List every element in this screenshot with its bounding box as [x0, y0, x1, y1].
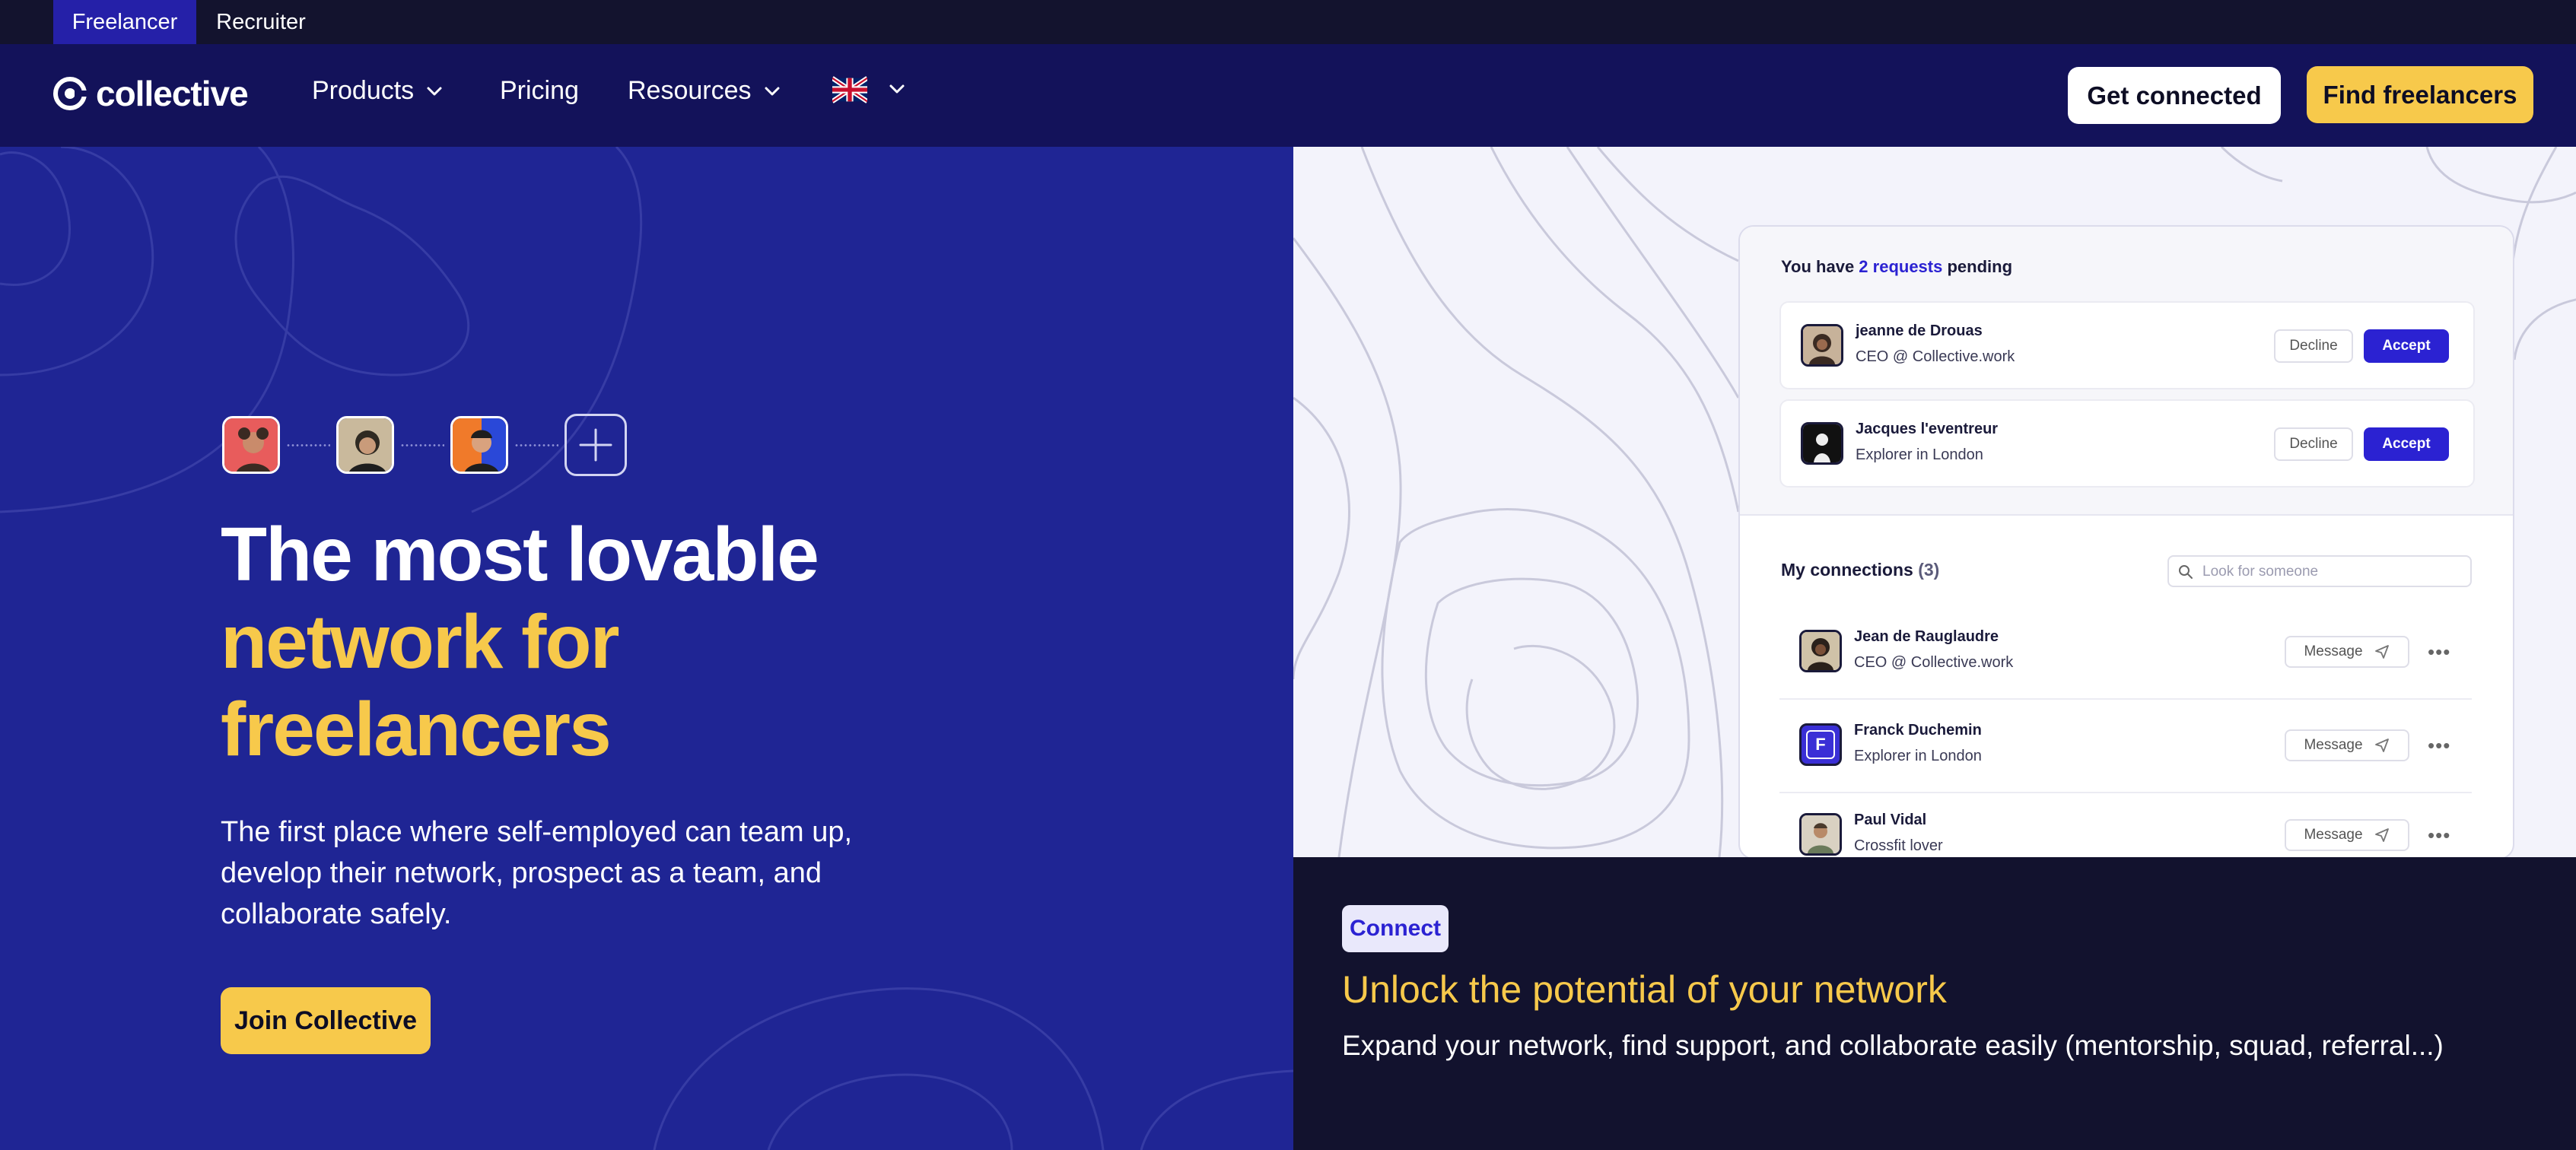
avatar-row	[222, 413, 627, 477]
connector-dots	[286, 443, 330, 446]
avatar-1	[222, 416, 280, 474]
request-row: Jacques l'eventreur Explorer in London D…	[1779, 399, 2475, 488]
pending-suffix: pending	[1942, 257, 2013, 276]
nav-resources-label: Resources	[628, 76, 752, 105]
tab-freelancer[interactable]: Freelancer	[53, 0, 196, 44]
avatar-3	[450, 416, 508, 474]
collective-logo-icon	[53, 77, 87, 110]
avatar	[1801, 324, 1843, 367]
decline-button[interactable]: Decline	[2274, 427, 2353, 461]
search-input[interactable]: Look for someone	[2167, 555, 2472, 587]
send-icon	[2374, 645, 2389, 659]
audience-switcher	[0, 0, 2576, 44]
feature-description: Expand your network, find support, and c…	[1342, 1030, 2444, 1061]
find-freelancers-button[interactable]: Find freelancers	[2307, 66, 2533, 123]
pending-prefix: You have	[1781, 257, 1859, 276]
connection-row: Jean de Rauglaudre CEO @ Collective.work…	[1779, 608, 2472, 700]
connection-subtitle: Crossfit lover	[1854, 837, 1943, 854]
more-options-icon[interactable]: •••	[2428, 734, 2450, 758]
chevron-down-icon	[427, 87, 442, 95]
pending-requests-text: You have 2 requests pending	[1781, 257, 2012, 277]
connection-name: Franck Duchemin	[1854, 722, 1982, 739]
join-collective-button[interactable]: Join Collective	[221, 987, 431, 1054]
send-icon	[2374, 739, 2389, 752]
hero-subtext: The first place where self-employed can …	[221, 816, 853, 930]
connection-subtitle: Explorer in London	[1854, 748, 1982, 764]
uk-flag-icon[interactable]	[832, 76, 867, 103]
collective-logo[interactable]: collective	[52, 73, 249, 114]
nav-resources[interactable]: Resources	[628, 76, 784, 106]
connection-row: F Franck Duchemin Explorer in London Mes…	[1779, 702, 2472, 793]
decline-button[interactable]: Decline	[2274, 329, 2353, 363]
message-label: Message	[2304, 827, 2363, 843]
headline-line-1: The most lovable	[221, 512, 819, 597]
avatar: F	[1799, 723, 1842, 766]
connection-name: Paul Vidal	[1854, 812, 1927, 828]
avatar	[1801, 422, 1843, 465]
language-chevron-icon[interactable]	[886, 81, 908, 97]
connector-dots	[400, 443, 444, 446]
chevron-down-icon	[765, 87, 780, 95]
connect-badge: Connect	[1342, 905, 1449, 952]
nav-pricing[interactable]: Pricing	[500, 76, 579, 106]
request-row: jeanne de Drouas CEO @ Collective.work D…	[1779, 301, 2475, 389]
request-name: jeanne de Drouas	[1856, 322, 1983, 339]
connections-title-label: My connections	[1781, 560, 1913, 580]
send-icon	[2374, 828, 2389, 842]
headline-line-2: network for	[221, 599, 619, 685]
request-subtitle: CEO @ Collective.work	[1856, 348, 2015, 365]
nav-products-label: Products	[312, 76, 415, 105]
message-button[interactable]: Message	[2285, 729, 2409, 761]
search-placeholder: Look for someone	[2202, 564, 2319, 580]
avatar-2	[336, 416, 394, 474]
message-label: Message	[2304, 643, 2363, 659]
headline-line-3: freelancers	[221, 687, 612, 772]
connection-row: Paul Vidal Crossfit lover Message •••	[1779, 792, 2472, 858]
nav-pricing-label: Pricing	[500, 76, 579, 105]
message-button[interactable]: Message	[2285, 636, 2409, 668]
logo-text: collective	[96, 74, 249, 113]
connector-dots	[514, 443, 558, 446]
more-options-icon[interactable]: •••	[2428, 640, 2450, 664]
request-name: Jacques l'eventreur	[1856, 421, 1999, 437]
avatar	[1799, 813, 1842, 856]
avatar-initial: F	[1806, 730, 1835, 759]
hero-headline: The most lovable network for freelancers	[221, 511, 819, 774]
get-connected-button[interactable]: Get connected	[2068, 67, 2281, 124]
message-label: Message	[2304, 737, 2363, 753]
tab-recruiter[interactable]: Recruiter	[196, 0, 326, 44]
avatar	[1799, 630, 1842, 672]
connections-count: (3)	[1918, 560, 1940, 580]
connections-card: You have 2 requests pending jeanne de Dr…	[1738, 225, 2514, 859]
feature-title: Unlock the potential of your network	[1342, 968, 1947, 1011]
pending-requests-link[interactable]: 2 requests	[1859, 257, 1942, 276]
request-subtitle: Explorer in London	[1856, 446, 1983, 463]
connections-title: My connections (3)	[1781, 560, 1939, 580]
nav-products[interactable]: Products	[312, 76, 446, 106]
message-button[interactable]: Message	[2285, 819, 2409, 851]
add-connection-icon	[564, 414, 627, 476]
accept-button[interactable]: Accept	[2364, 329, 2449, 363]
connection-subtitle: CEO @ Collective.work	[1854, 654, 2014, 671]
more-options-icon[interactable]: •••	[2428, 824, 2450, 847]
search-icon	[2179, 565, 2193, 579]
accept-button[interactable]: Accept	[2364, 427, 2449, 461]
connection-name: Jean de Rauglaudre	[1854, 628, 1999, 645]
